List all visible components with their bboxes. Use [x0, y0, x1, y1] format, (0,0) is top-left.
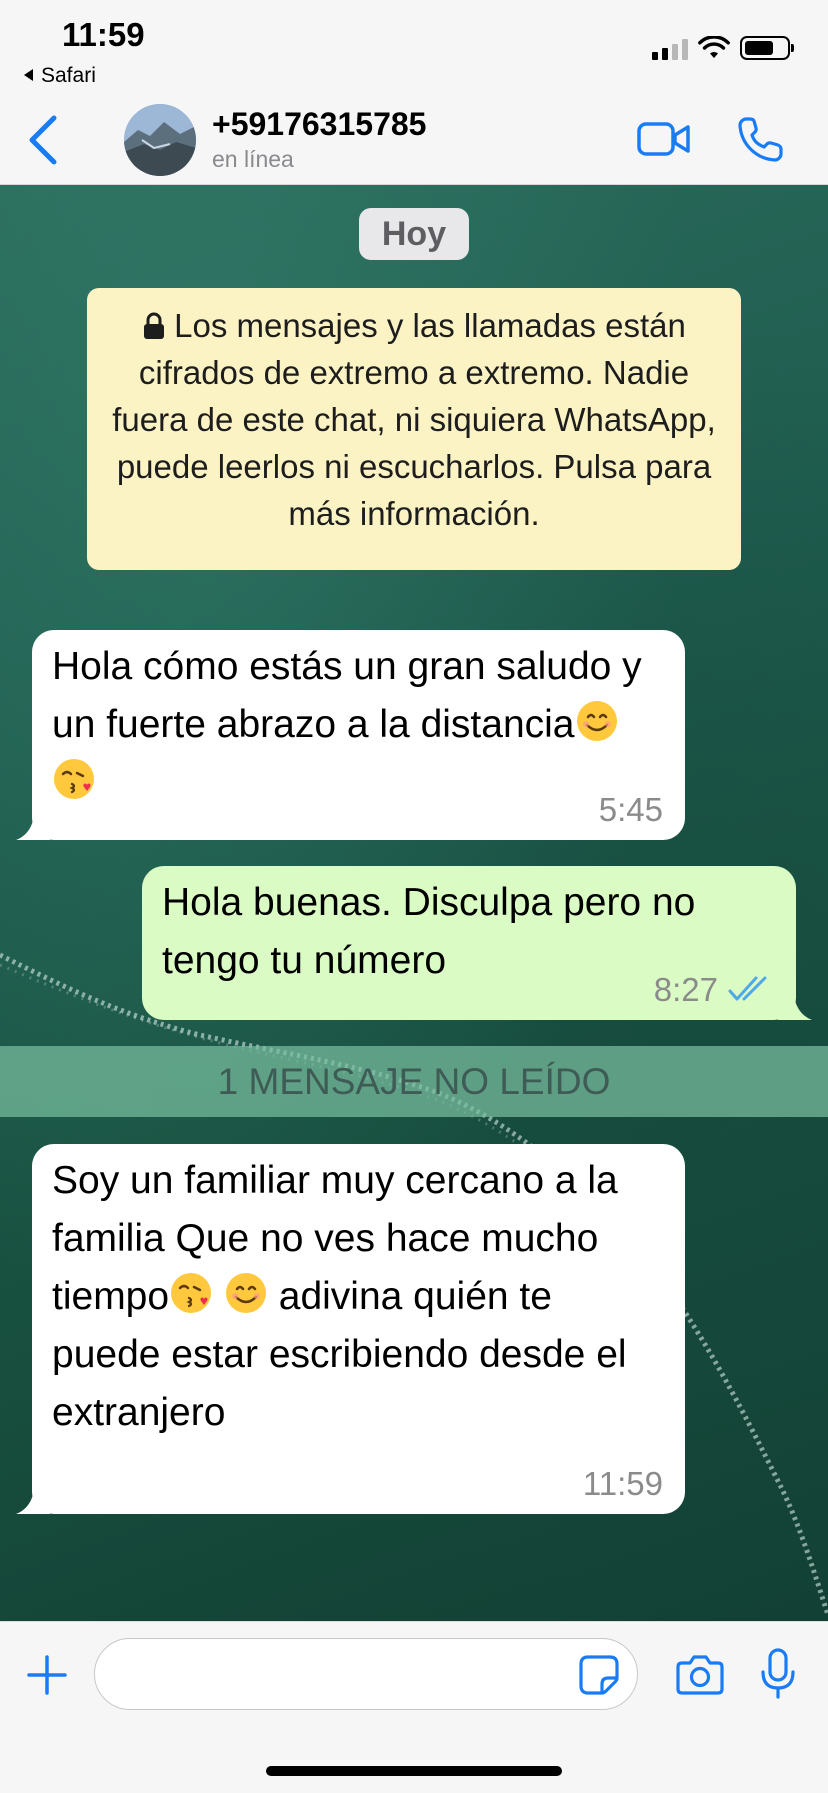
message-text: Soy un familiar muy cercano a la familia… [52, 1159, 627, 1434]
message-time: 11:59 [582, 1465, 663, 1502]
camera-icon[interactable] [676, 1654, 724, 1696]
back-app-label: Safari [41, 64, 96, 87]
back-triangle-icon [24, 69, 33, 81]
face-blowing-kiss-icon [171, 1273, 212, 1313]
microphone-icon[interactable] [760, 1648, 796, 1700]
cellular-signal-icon [652, 38, 688, 60]
plus-icon[interactable] [26, 1654, 68, 1696]
battery-icon [740, 36, 794, 60]
status-time: 11:59 [62, 16, 145, 53]
chevron-left-icon[interactable] [20, 112, 70, 168]
encryption-notice-text: Los mensajes y las llamadas están cifrad… [112, 307, 716, 532]
phone-icon[interactable] [736, 114, 786, 164]
video-camera-icon[interactable] [636, 116, 692, 162]
message-text: Hola cómo estás un gran saludo y un fuer… [52, 638, 645, 812]
bubble-tail [778, 996, 812, 1020]
battery-level [745, 41, 773, 55]
smiling-face-icon [576, 701, 617, 741]
incoming-message[interactable]: Soy un familiar muy cercano a la familia… [16, 1144, 685, 1514]
avatar-landscape-image [124, 104, 196, 176]
status-bar: 11:59 Safari [0, 0, 828, 96]
message-time: 5:45 [598, 791, 663, 828]
incoming-message[interactable]: Hola cómo estás un gran saludo y un fuer… [16, 630, 685, 840]
encryption-notice[interactable]: Los mensajes y las llamadas están cifrad… [87, 288, 741, 570]
chat-area[interactable]: Hoy Los mensajes y las llamadas están ci… [0, 185, 828, 1621]
date-chip: Hoy [359, 208, 469, 260]
wifi-icon [698, 36, 730, 58]
bubble-tail [16, 1490, 50, 1514]
contact-status: en línea [212, 146, 294, 172]
home-indicator[interactable] [266, 1766, 562, 1776]
chat-header: +59176315785 en línea [0, 96, 828, 185]
message-time-with-status: 8:27 [654, 970, 774, 1010]
face-blowing-kiss-icon [54, 759, 94, 799]
avatar[interactable] [124, 104, 196, 176]
back-to-app-link[interactable]: Safari [24, 64, 96, 88]
lock-icon [144, 312, 165, 339]
unread-banner: 1 MENSAJE NO LEÍDO [0, 1046, 828, 1117]
smiling-face-icon [225, 1273, 266, 1313]
bubble-tail [16, 816, 50, 840]
outgoing-message[interactable]: Hola buenas. Disculpa pero no tengo tu n… [142, 866, 812, 1020]
sticker-icon[interactable] [578, 1654, 620, 1696]
input-bar [0, 1621, 828, 1793]
double-check-read-icon [728, 976, 767, 1001]
contact-name[interactable]: +59176315785 [212, 106, 426, 143]
message-input[interactable] [94, 1638, 638, 1710]
